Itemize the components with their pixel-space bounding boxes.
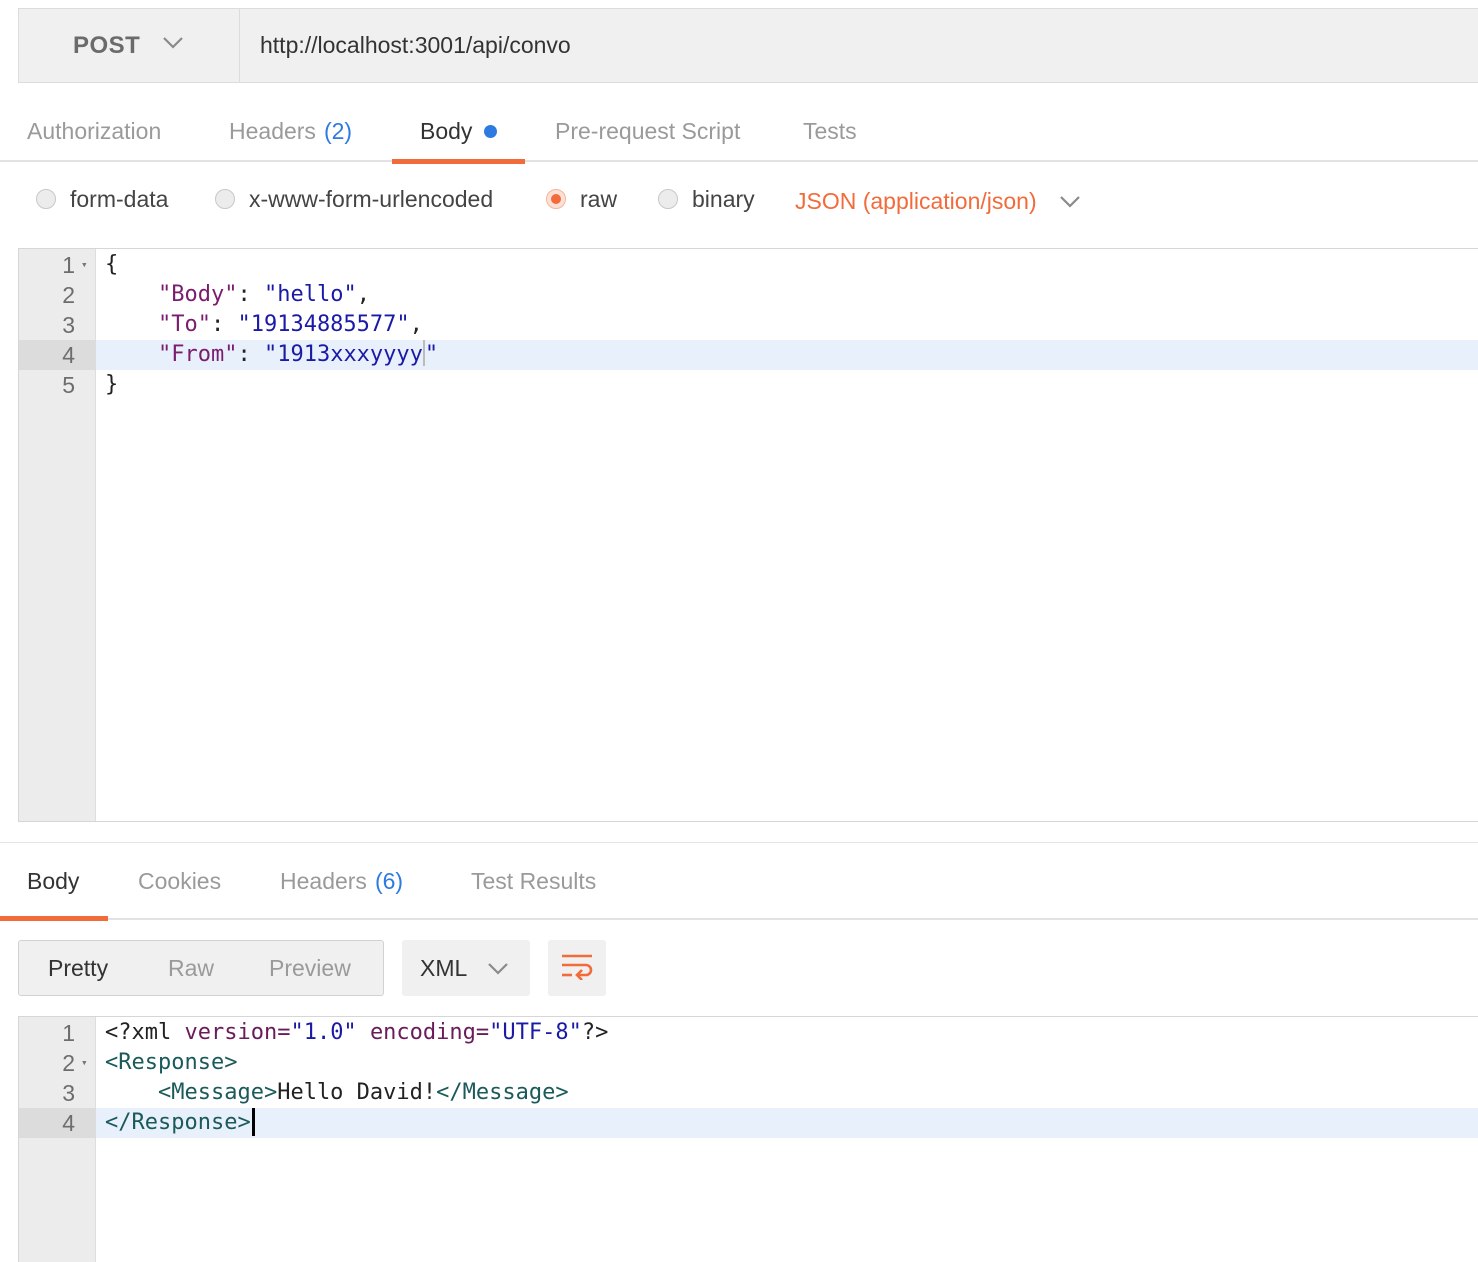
tab-label: Tests	[803, 117, 857, 144]
line-number: 2	[62, 282, 75, 308]
response-tabs: Body Cookies Headers (6) Test Results	[0, 842, 1478, 921]
text-wrap-icon	[560, 952, 594, 985]
code-line-active: 4 </Response>	[19, 1108, 1478, 1138]
line-number: 1	[62, 252, 75, 278]
body-type-options: form-data x-www-form-urlencoded raw bina…	[0, 176, 1478, 222]
tab-label: Test Results	[471, 867, 597, 894]
tab-label: Cookies	[138, 867, 222, 894]
code-text: <?xml version="1.0" encoding="UTF-8"?>	[105, 1020, 609, 1045]
code-line: 3 <Message>Hello David!</Message>	[19, 1078, 1478, 1108]
radio-raw[interactable]: raw	[546, 176, 617, 222]
code-line: 5 }	[19, 370, 1478, 400]
method-label: POST	[73, 31, 141, 59]
radio-circle	[546, 189, 566, 209]
tab-label: Headers	[280, 867, 367, 894]
response-tab-test-results[interactable]: Test Results	[471, 843, 596, 919]
code-text: </Response>	[105, 1108, 255, 1138]
headers-count: (6)	[374, 867, 404, 894]
headers-count: (2)	[323, 117, 353, 144]
content-type-label: JSON (application/json)	[795, 187, 1037, 214]
radio-x-www-form-urlencoded[interactable]: x-www-form-urlencoded	[215, 176, 493, 222]
line-number: 4	[19, 1108, 96, 1138]
fold-arrow-icon[interactable]: ▾	[81, 1048, 88, 1078]
code-line: 2 ▾ <Response>	[19, 1048, 1478, 1078]
code-text: <Response>	[105, 1050, 238, 1075]
radio-binary[interactable]: binary	[658, 176, 755, 222]
view-mode-pretty[interactable]: Pretty	[48, 941, 108, 995]
radio-label: raw	[580, 185, 618, 212]
request-tabs: Authorization Headers (2) Body Pre-reque…	[0, 100, 1478, 164]
line-number: 5	[62, 372, 75, 398]
content-type-select[interactable]: JSON (application/json)	[795, 176, 1081, 226]
chevron-down-icon	[1059, 188, 1081, 215]
line-number: 1	[62, 1020, 75, 1046]
tab-label: Body	[27, 867, 80, 894]
response-body-viewer[interactable]: 1 <?xml version="1.0" encoding="UTF-8"?>…	[18, 1016, 1478, 1262]
code-text: }	[105, 372, 119, 397]
radio-label: binary	[692, 185, 755, 212]
code-text: "Body": "hello",	[157, 282, 370, 307]
view-mode-preview[interactable]: Preview	[269, 941, 351, 995]
tab-body[interactable]: Body	[392, 100, 526, 164]
chevron-down-icon	[487, 955, 509, 982]
code-line: 1 <?xml version="1.0" encoding="UTF-8"?>	[19, 1018, 1478, 1048]
line-number: 4	[19, 340, 96, 370]
request-body-editor[interactable]: 1 ▾ { 2 "Body": "hello", 3 "To": "191348…	[18, 248, 1478, 822]
code-text: <Message>Hello David!</Message>	[157, 1080, 569, 1105]
response-tab-headers[interactable]: Headers (6)	[280, 843, 403, 919]
radio-form-data[interactable]: form-data	[36, 176, 168, 222]
code-text: {	[105, 252, 119, 277]
radio-label: form-data	[70, 185, 169, 212]
response-tab-body[interactable]: Body	[0, 843, 110, 921]
code-line-active: 4 "From": "1913xxxyyyy"	[19, 340, 1478, 370]
language-label: XML	[420, 954, 468, 981]
radio-circle	[658, 189, 678, 209]
line-number: 3	[62, 1080, 75, 1106]
modified-dot-icon	[484, 124, 498, 138]
response-language-select[interactable]: XML	[402, 940, 530, 996]
code-line: 1 ▾ {	[19, 250, 1478, 280]
view-mode-group: Pretty Raw Preview	[18, 940, 384, 996]
code-text: "From": "1913xxxyyyy"	[157, 340, 439, 367]
tab-headers[interactable]: Headers (2)	[229, 100, 352, 162]
view-mode-raw[interactable]: Raw	[168, 941, 214, 995]
text-wrap-button[interactable]	[548, 940, 606, 996]
code-line: 3 "To": "19134885577",	[19, 310, 1478, 340]
fold-arrow-icon[interactable]: ▾	[81, 250, 88, 280]
tab-tests[interactable]: Tests	[803, 100, 857, 162]
tab-label: Pre-request Script	[555, 117, 741, 144]
tab-label: Body	[420, 117, 473, 144]
radio-circle	[215, 189, 235, 209]
radio-label: x-www-form-urlencoded	[249, 185, 494, 212]
tab-label: Authorization	[27, 117, 162, 144]
response-tab-cookies[interactable]: Cookies	[138, 843, 221, 919]
code-line: 2 "Body": "hello",	[19, 280, 1478, 310]
request-url-bar: POST http://localhost:3001/api/convo	[18, 8, 1478, 83]
method-select[interactable]: POST	[19, 9, 240, 82]
code-text: "To": "19134885577",	[157, 312, 423, 337]
tab-authorization[interactable]: Authorization	[27, 100, 161, 162]
chevron-down-icon	[162, 36, 184, 55]
line-number: 2	[62, 1050, 75, 1076]
url-input[interactable]: http://localhost:3001/api/convo	[240, 9, 1478, 82]
text-cursor	[251, 1108, 255, 1136]
radio-circle	[36, 189, 56, 209]
tab-label: Headers	[229, 117, 316, 144]
tab-pre-request-script[interactable]: Pre-request Script	[555, 100, 740, 162]
line-number: 3	[62, 312, 75, 338]
